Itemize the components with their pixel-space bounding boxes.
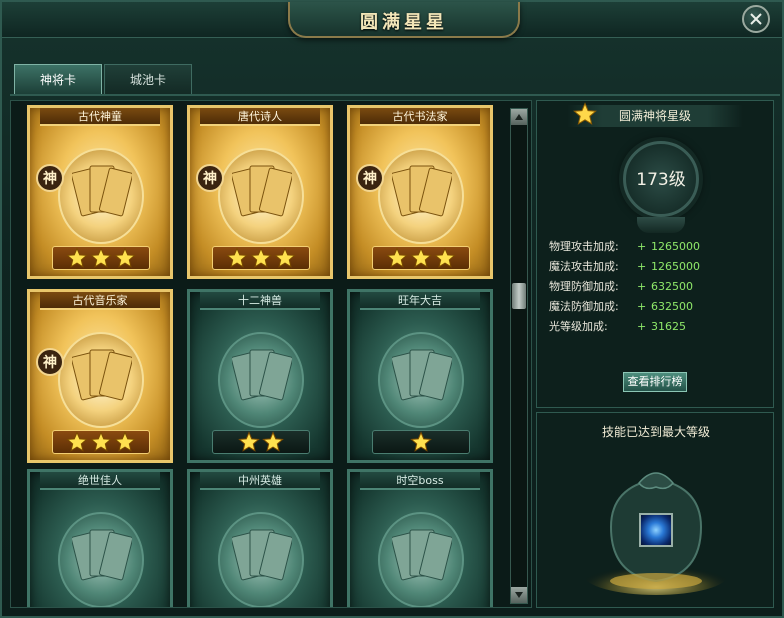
stat-value: 632500 (651, 300, 693, 313)
star-icon (274, 247, 296, 268)
tab-general-cards[interactable]: 神将卡 (14, 64, 102, 94)
cards-stack-icon (232, 165, 292, 217)
card-item[interactable]: 旺年大吉 (347, 289, 493, 463)
arrow-up-icon (515, 114, 523, 120)
god-badge: 神 (36, 164, 64, 192)
close-icon (750, 13, 762, 25)
star-icon (386, 247, 408, 268)
card-name: 古代神童 (40, 108, 160, 126)
god-badge: 神 (196, 164, 224, 192)
star-level-value: 173级 (636, 170, 686, 190)
cards-stack-icon (72, 165, 132, 217)
card-item[interactable]: 绝世佳人 (27, 469, 173, 607)
card-grid-panel: 古代神童神唐代诗人神古代书法家神古代音乐家神十二神兽 旺年大吉 绝世佳人 中州英雄 时空… (10, 100, 532, 608)
card-star-rating (52, 430, 150, 454)
stat-label: 物理防御加成: (549, 280, 619, 293)
card-item[interactable]: 古代音乐家神 (27, 289, 173, 463)
card-item[interactable]: 时空boss (347, 469, 493, 607)
card-name: 古代音乐家 (40, 292, 160, 310)
star-icon (66, 431, 88, 452)
god-badge: 神 (36, 348, 64, 376)
cards-stack-icon (392, 529, 452, 581)
card-name: 古代书法家 (360, 108, 480, 126)
cards-stack-icon (72, 529, 132, 581)
star-icon (114, 247, 136, 268)
card-item[interactable]: 古代神童神 (27, 105, 173, 279)
stat-plus: + (637, 260, 647, 273)
card-name: 旺年大吉 (360, 292, 480, 310)
card-scrollbar[interactable] (510, 108, 528, 604)
scroll-down-button[interactable] (511, 587, 527, 603)
star-icon (434, 247, 456, 268)
card-item[interactable]: 唐代诗人神 (187, 105, 333, 279)
title-plate: 圆满星星 (288, 2, 520, 38)
star-icon (573, 102, 597, 125)
view-ranking-button[interactable]: 查看排行榜 (623, 372, 687, 392)
star-level-panel: 圆满神将星级 173级 物理攻击加成: +1265000 魔法攻击加成: +12650… (536, 100, 774, 408)
stat-plus: + (637, 280, 647, 293)
scroll-thumb[interactable] (512, 282, 526, 309)
stat-label: 光等级加成: (549, 320, 608, 333)
star-icon (226, 247, 248, 268)
star-icon (410, 247, 432, 268)
stat-value: 1265000 (651, 260, 700, 273)
card-name: 绝世佳人 (40, 472, 160, 490)
star-icon (238, 431, 260, 452)
star-icon (250, 247, 272, 268)
level-medallion-base (637, 217, 685, 233)
card-item[interactable]: 十二神兽 (187, 289, 333, 463)
card-name: 时空boss (360, 472, 480, 490)
card-name: 唐代诗人 (200, 108, 320, 126)
stat-row: 魔法攻击加成: +1265000 (549, 257, 765, 277)
stat-label: 物理攻击加成: (549, 240, 619, 253)
card-star-rating (372, 430, 470, 454)
star-level-title: 圆满神将星级 (618, 109, 691, 123)
stat-list: 物理攻击加成: +1265000 魔法攻击加成: +1265000 物理防御加成: +63… (549, 237, 765, 337)
star-icon (66, 247, 88, 268)
card-star-rating (52, 246, 150, 270)
star-icon (90, 431, 112, 452)
stat-value: 31625 (651, 320, 686, 333)
stat-row: 魔法防御加成: +632500 (549, 297, 765, 317)
star-icon (410, 431, 432, 452)
star-icon (90, 247, 112, 268)
card-star-rating (212, 430, 310, 454)
card-star-rating (212, 246, 310, 270)
title-bar: 圆满星星 (2, 2, 782, 38)
tab-divider (10, 94, 780, 96)
cards-stack-icon (232, 529, 292, 581)
stat-label: 魔法攻击加成: (549, 260, 619, 273)
close-button[interactable] (742, 5, 770, 33)
card-name: 中州英雄 (200, 472, 320, 490)
stat-row: 物理攻击加成: +1265000 (549, 237, 765, 257)
skill-icon[interactable] (639, 513, 673, 547)
star-window: 圆满星星 神将卡 城池卡 古代神童神唐代诗人神古代书法家神古代音乐家神十二神兽旺… (0, 0, 784, 618)
star-icon (262, 431, 284, 452)
cards-stack-icon (72, 349, 132, 401)
stat-value: 1265000 (651, 240, 700, 253)
stat-plus: + (637, 240, 647, 253)
stat-label: 魔法防御加成: (549, 300, 619, 313)
card-item[interactable]: 古代书法家神 (347, 105, 493, 279)
cards-stack-icon (232, 349, 292, 401)
cards-stack-icon (392, 165, 452, 217)
stat-row: 物理防御加成: +632500 (549, 277, 765, 297)
stat-value: 632500 (651, 280, 693, 293)
card-item[interactable]: 中州英雄 (187, 469, 333, 607)
arrow-down-icon (515, 592, 523, 598)
window-title: 圆满星星 (360, 12, 448, 33)
card-name: 十二神兽 (200, 292, 320, 310)
skill-panel: 技能已达到最大等级 (536, 412, 774, 608)
scroll-up-button[interactable] (511, 109, 527, 125)
stat-row: 光等级加成: +31625 (549, 317, 765, 337)
stat-plus: + (637, 300, 647, 313)
tab-city-cards[interactable]: 城池卡 (104, 64, 192, 94)
card-star-rating (372, 246, 470, 270)
stat-plus: + (637, 320, 647, 333)
god-badge: 神 (356, 164, 384, 192)
star-icon (114, 431, 136, 452)
skill-status-text: 技能已达到最大等级 (601, 425, 710, 439)
cards-stack-icon (392, 349, 452, 401)
